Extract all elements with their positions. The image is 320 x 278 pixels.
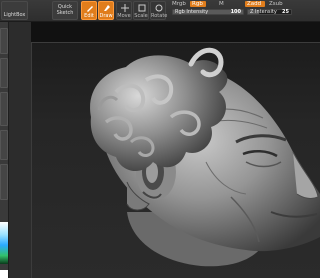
move-button[interactable]: Move [116, 1, 132, 20]
draw-label: Draw [99, 13, 113, 19]
zadd-button[interactable]: Zadd [245, 1, 265, 7]
quick-sketch-label-2: Sketch [56, 10, 74, 16]
m-button[interactable]: M [219, 1, 224, 7]
canvas-frame-top [31, 42, 320, 43]
edit-icon [87, 6, 93, 12]
z-intensity-value: 25 [282, 9, 289, 15]
rgb-label: Rgb [192, 1, 203, 7]
z-intensity-label: Z Intensity [250, 9, 277, 15]
canvas-top-strip [31, 22, 320, 42]
rotate-button[interactable]: Rotate [150, 1, 168, 20]
rotate-label: Rotate [151, 13, 168, 19]
canvas-frame-left [31, 42, 32, 278]
rgb-intensity-value: 100 [230, 9, 241, 15]
left-tray [0, 22, 9, 278]
z-intensity-slider[interactable]: Z Intensity 25 [247, 9, 292, 15]
rgb-button[interactable]: Rgb [190, 1, 206, 7]
rgb-intensity-slider[interactable]: Rgb Intensity 100 [172, 9, 244, 15]
lightbox-button[interactable]: LightBox [1, 1, 28, 20]
move-label: Move [117, 13, 131, 19]
tray-button-2[interactable] [0, 58, 8, 88]
move-icon [121, 4, 129, 12]
draw-button[interactable]: Draw [98, 1, 114, 20]
rgb-intensity-label: Rgb Intensity [175, 9, 209, 15]
tray-button-4[interactable] [0, 130, 8, 160]
tray-button-3[interactable] [0, 92, 8, 126]
lightbox-label: LightBox [3, 12, 26, 18]
scale-icon [138, 4, 146, 12]
mrgb-button[interactable]: Mrgb [172, 1, 186, 7]
tray-button-1[interactable] [0, 28, 8, 54]
scale-label: Scale [134, 13, 148, 19]
quick-sketch-button[interactable]: Quick Sketch [52, 1, 78, 20]
document-canvas[interactable] [31, 22, 320, 278]
edit-button[interactable]: Edit [81, 1, 97, 20]
tray-button-5[interactable] [0, 164, 8, 200]
color-picker[interactable] [0, 222, 8, 264]
top-toolbar: LightBox Quick Sketch Edit Draw Move Sca… [0, 0, 320, 22]
rotate-icon [155, 4, 163, 12]
edit-label: Edit [84, 13, 94, 19]
sculpted-head-model[interactable] [31, 22, 320, 278]
tray-gutter [9, 22, 31, 278]
draw-icon [104, 5, 110, 11]
color-swatch[interactable] [0, 270, 8, 278]
scale-button[interactable]: Scale [133, 1, 149, 20]
zadd-label: Zadd [247, 1, 262, 7]
zsub-button[interactable]: Zsub [269, 1, 283, 7]
